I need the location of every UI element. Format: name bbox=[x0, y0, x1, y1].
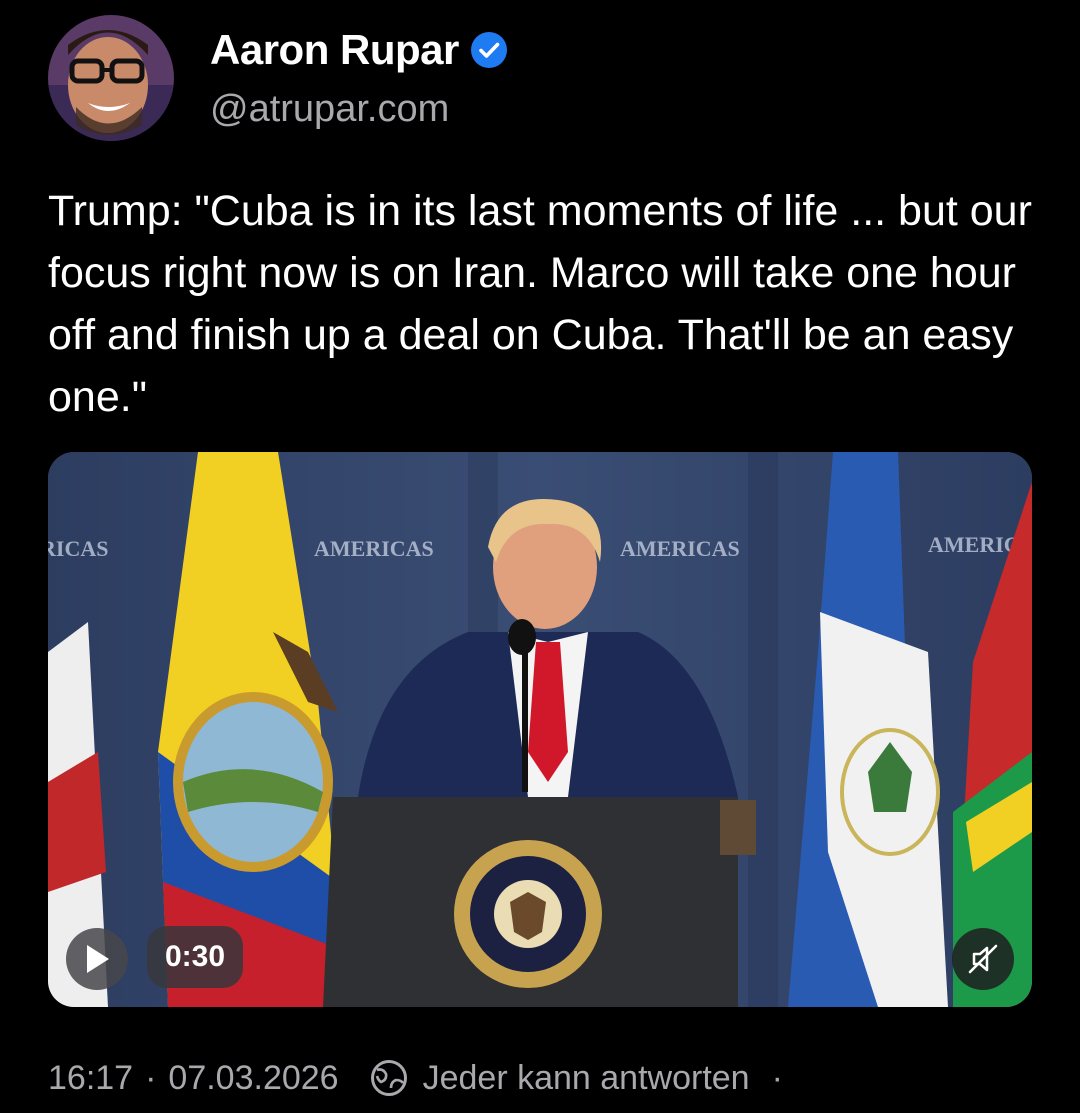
verified-badge-icon bbox=[470, 32, 507, 68]
muted-speaker-icon bbox=[968, 944, 998, 974]
svg-text:AMERICAS: AMERICAS bbox=[620, 536, 740, 561]
video-player[interactable]: RICAS AMERICAS AMERICAS AMERIC bbox=[48, 452, 1032, 1007]
play-button[interactable] bbox=[66, 928, 128, 990]
svg-text:AMERIC: AMERIC bbox=[928, 532, 1020, 557]
post: Aaron Rupar @atrupar.com Trump: "Cuba is… bbox=[0, 0, 1080, 1113]
globe-icon bbox=[369, 1058, 409, 1098]
svg-text:RICAS: RICAS bbox=[48, 536, 108, 561]
post-meta: 16:17 · 07.03.2026 Jeder kann antworten … bbox=[48, 1058, 783, 1098]
meta-trailing-dot: · bbox=[771, 1058, 783, 1097]
mute-button[interactable] bbox=[952, 928, 1014, 990]
post-date: 07.03.2026 bbox=[168, 1058, 339, 1097]
author-block: Aaron Rupar @atrupar.com bbox=[210, 26, 507, 131]
post-text: Trump: "Cuba is in its last moments of l… bbox=[48, 187, 1032, 421]
svg-text:AMERICAS: AMERICAS bbox=[314, 536, 434, 561]
post-time: 16:17 bbox=[48, 1058, 134, 1097]
video-frame: RICAS AMERICAS AMERICAS AMERIC bbox=[48, 452, 1032, 1007]
avatar[interactable] bbox=[48, 15, 174, 141]
author-handle[interactable]: @atrupar.com bbox=[210, 88, 507, 131]
meta-separator: · bbox=[145, 1058, 157, 1097]
play-icon bbox=[87, 945, 109, 973]
video-duration: 0:30 bbox=[147, 926, 244, 988]
reply-setting[interactable]: Jeder kann antworten bbox=[423, 1059, 750, 1098]
avatar-image bbox=[48, 15, 174, 141]
author-display-name: Aaron Rupar bbox=[210, 26, 459, 73]
author-name-row[interactable]: Aaron Rupar bbox=[210, 26, 507, 74]
